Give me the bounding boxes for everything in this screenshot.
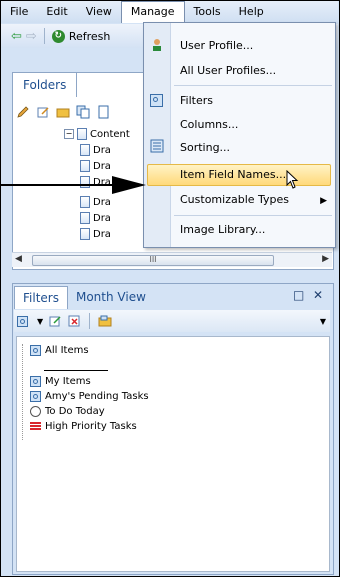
open-folder-icon[interactable]	[98, 314, 112, 328]
tree-node-label: Dra	[93, 197, 111, 208]
dropdown-arrow-icon[interactable]: ▼	[37, 317, 43, 326]
tree-node-label: Content	[90, 129, 130, 140]
filter-label: My Items	[45, 376, 91, 387]
filter-label: Amy's Pending Tasks	[45, 391, 149, 402]
filter-label: All Items	[45, 345, 89, 356]
filter-label: High Priority Tasks	[45, 421, 137, 432]
tree-node-label: Dra	[93, 161, 111, 172]
filters-list	[16, 336, 330, 572]
filter-divider	[44, 370, 108, 371]
horizontal-scrollbar[interactable]: ◀ III ▶	[12, 252, 332, 267]
filter-item-high-priority[interactable]: High Priority Tasks	[30, 420, 137, 434]
folder-icon[interactable]	[56, 105, 70, 119]
overflow-chevron-icon[interactable]: ▼	[320, 317, 326, 326]
maximize-icon[interactable]: □	[293, 288, 304, 302]
tree-node[interactable]: Dra	[80, 160, 111, 174]
back-arrow-icon[interactable]: ⇦	[11, 29, 22, 44]
folders-toolbar	[16, 102, 110, 122]
menu-manage[interactable]: Manage	[120, 1, 185, 23]
filter-label: To Do Today	[45, 406, 105, 417]
menu-item-item-field-names[interactable]: Item Field Names...	[180, 168, 286, 181]
tree-node-label: Dra	[93, 145, 111, 156]
sorting-icon	[150, 139, 164, 153]
tree-connector	[22, 344, 24, 440]
menu-separator	[174, 85, 332, 86]
document-icon	[80, 160, 90, 172]
copy-icon[interactable]	[76, 105, 90, 119]
filter-item-all-items[interactable]: All Items	[30, 344, 89, 358]
filter-icon	[30, 344, 41, 356]
document-icon	[80, 196, 90, 208]
refresh-icon[interactable]: ↻	[51, 29, 65, 43]
menu-item-user-profile[interactable]: User Profile...	[180, 39, 253, 52]
scroll-thumb[interactable]: III	[32, 255, 274, 266]
tab-month-view[interactable]: Month View	[68, 286, 154, 308]
close-icon[interactable]: ✕	[313, 288, 323, 302]
tree-node[interactable]: Dra	[80, 228, 111, 242]
tree-node-content[interactable]: − Content	[64, 128, 130, 142]
menu-item-all-user-profiles[interactable]: All User Profiles...	[180, 64, 276, 77]
edit-icon[interactable]	[36, 105, 50, 119]
forward-arrow-icon[interactable]: ⇨	[26, 29, 37, 44]
menu-item-columns[interactable]: Columns...	[180, 118, 238, 131]
document-icon	[80, 228, 90, 240]
filter-icon	[30, 375, 41, 387]
menu-bar: File Edit View Manage Tools Help	[1, 1, 338, 23]
pencil-icon[interactable]	[16, 105, 30, 119]
filter-icon	[150, 93, 164, 107]
menu-view[interactable]: View	[77, 2, 121, 22]
menu-item-filters[interactable]: Filters	[180, 94, 213, 107]
document-icon[interactable]	[96, 105, 110, 119]
menu-tools[interactable]: Tools	[185, 2, 230, 22]
clock-icon	[30, 405, 41, 417]
refresh-button[interactable]: Refresh	[69, 30, 111, 43]
menu-separator	[174, 215, 332, 216]
filter-item-to-do-today[interactable]: To Do Today	[30, 405, 105, 419]
delete-icon[interactable]	[67, 314, 81, 328]
submenu-arrow-icon: ▶	[320, 196, 327, 206]
filter-item-amys-pending[interactable]: Amy's Pending Tasks	[30, 390, 149, 404]
toolbar-separator	[89, 313, 91, 329]
tree-node[interactable]: Dra	[80, 212, 111, 226]
lower-pane-tabs: Filters Month View	[14, 285, 154, 309]
menu-icon-gutter	[144, 23, 171, 247]
menu-file[interactable]: File	[1, 2, 37, 22]
folders-tab[interactable]: Folders	[12, 72, 78, 97]
folder-node-icon	[77, 128, 87, 140]
priority-icon	[30, 421, 41, 431]
filter-item-my-items[interactable]: My Items	[30, 375, 91, 389]
menu-help[interactable]: Help	[230, 2, 273, 22]
filter-icon[interactable]	[17, 315, 28, 327]
tree-node[interactable]: Dra	[80, 144, 111, 158]
edit-icon[interactable]	[48, 314, 62, 328]
tree-node-label: Dra	[93, 229, 111, 240]
mouse-cursor-icon	[286, 170, 299, 189]
tree-node-label: Dra	[93, 213, 111, 224]
menu-item-sorting[interactable]: Sorting...	[180, 141, 230, 154]
tree-node[interactable]: Dra	[80, 196, 111, 210]
document-icon	[80, 144, 90, 156]
scroll-right-icon[interactable]: ▶	[322, 254, 329, 264]
menu-item-image-library[interactable]: Image Library...	[180, 223, 265, 236]
menu-item-customizable-types[interactable]: Customizable Types	[180, 193, 289, 206]
collapse-icon[interactable]: −	[64, 129, 74, 139]
filter-icon	[30, 390, 41, 402]
manage-menu-dropdown: User Profile... All User Profiles... Fil…	[143, 22, 336, 248]
tab-filters[interactable]: Filters	[14, 285, 68, 309]
toolbar-separator	[43, 28, 45, 44]
menu-edit[interactable]: Edit	[37, 2, 76, 22]
document-icon	[80, 212, 90, 224]
filters-toolbar: ▼ ▼	[14, 310, 330, 332]
callout-arrow-icon	[0, 176, 146, 194]
scroll-left-icon[interactable]: ◀	[15, 254, 22, 264]
user-icon	[153, 39, 161, 51]
